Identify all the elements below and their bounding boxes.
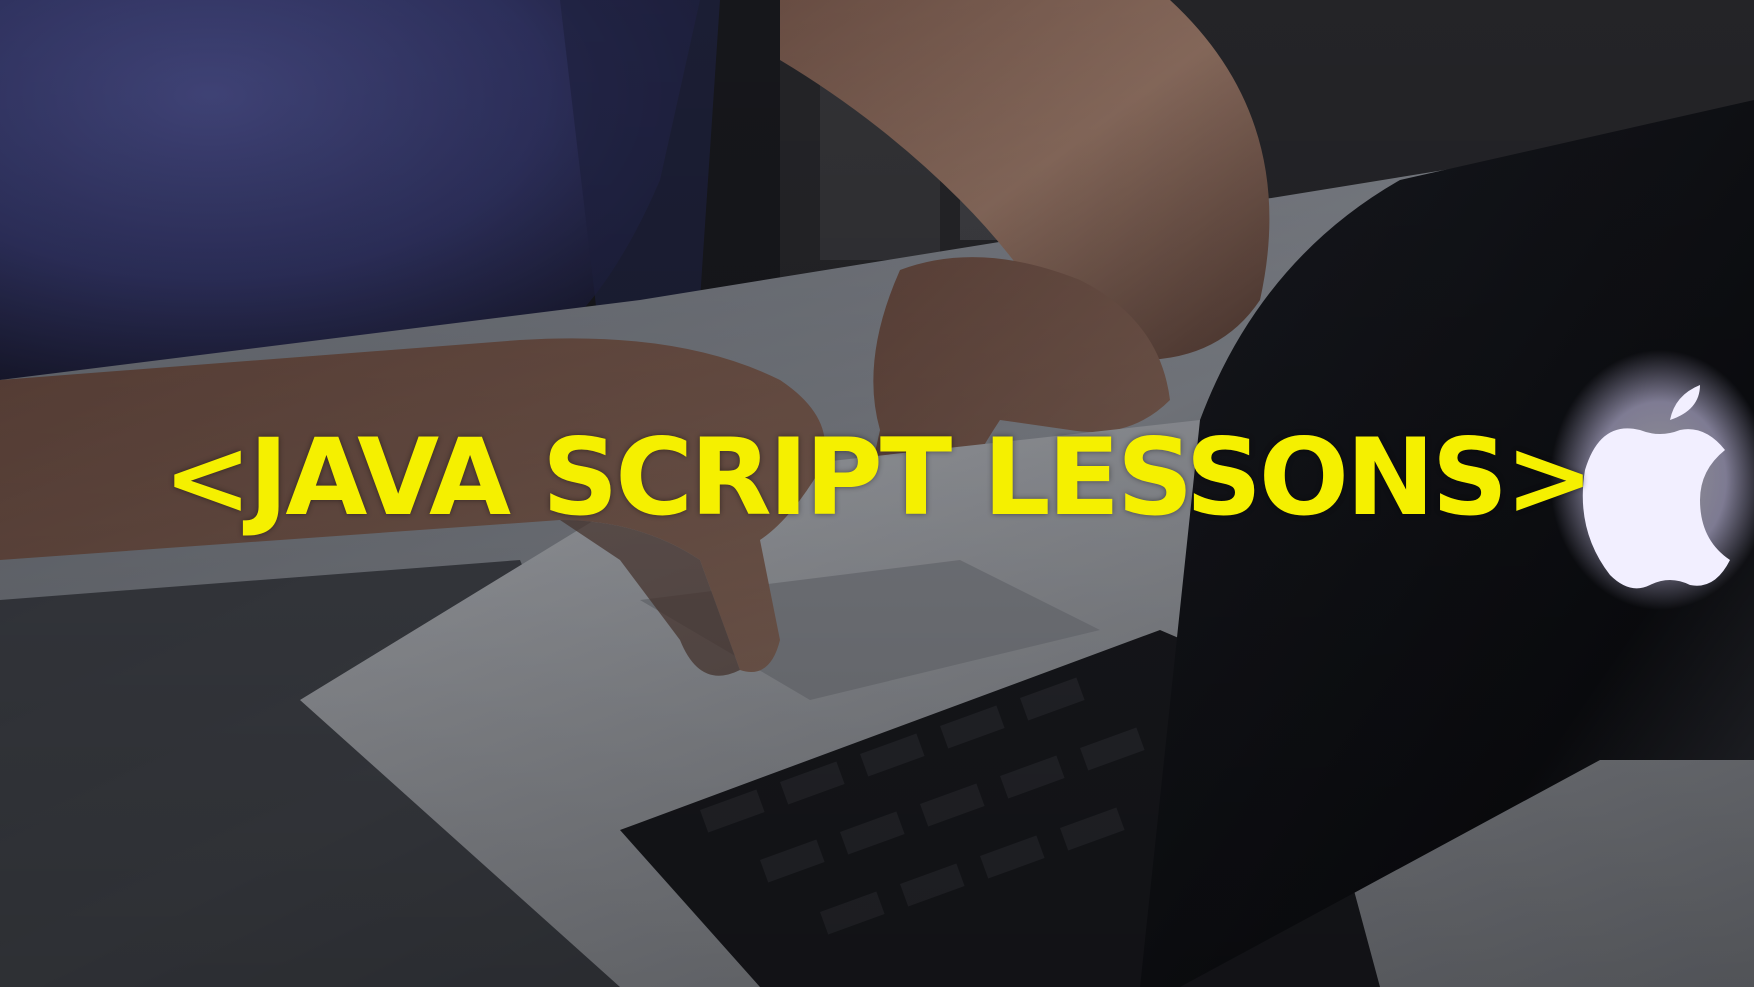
lesson-title: <JAVA SCRIPT LESSONS> [163,416,1594,539]
hero-banner: <JAVA SCRIPT LESSONS> [0,0,1754,987]
